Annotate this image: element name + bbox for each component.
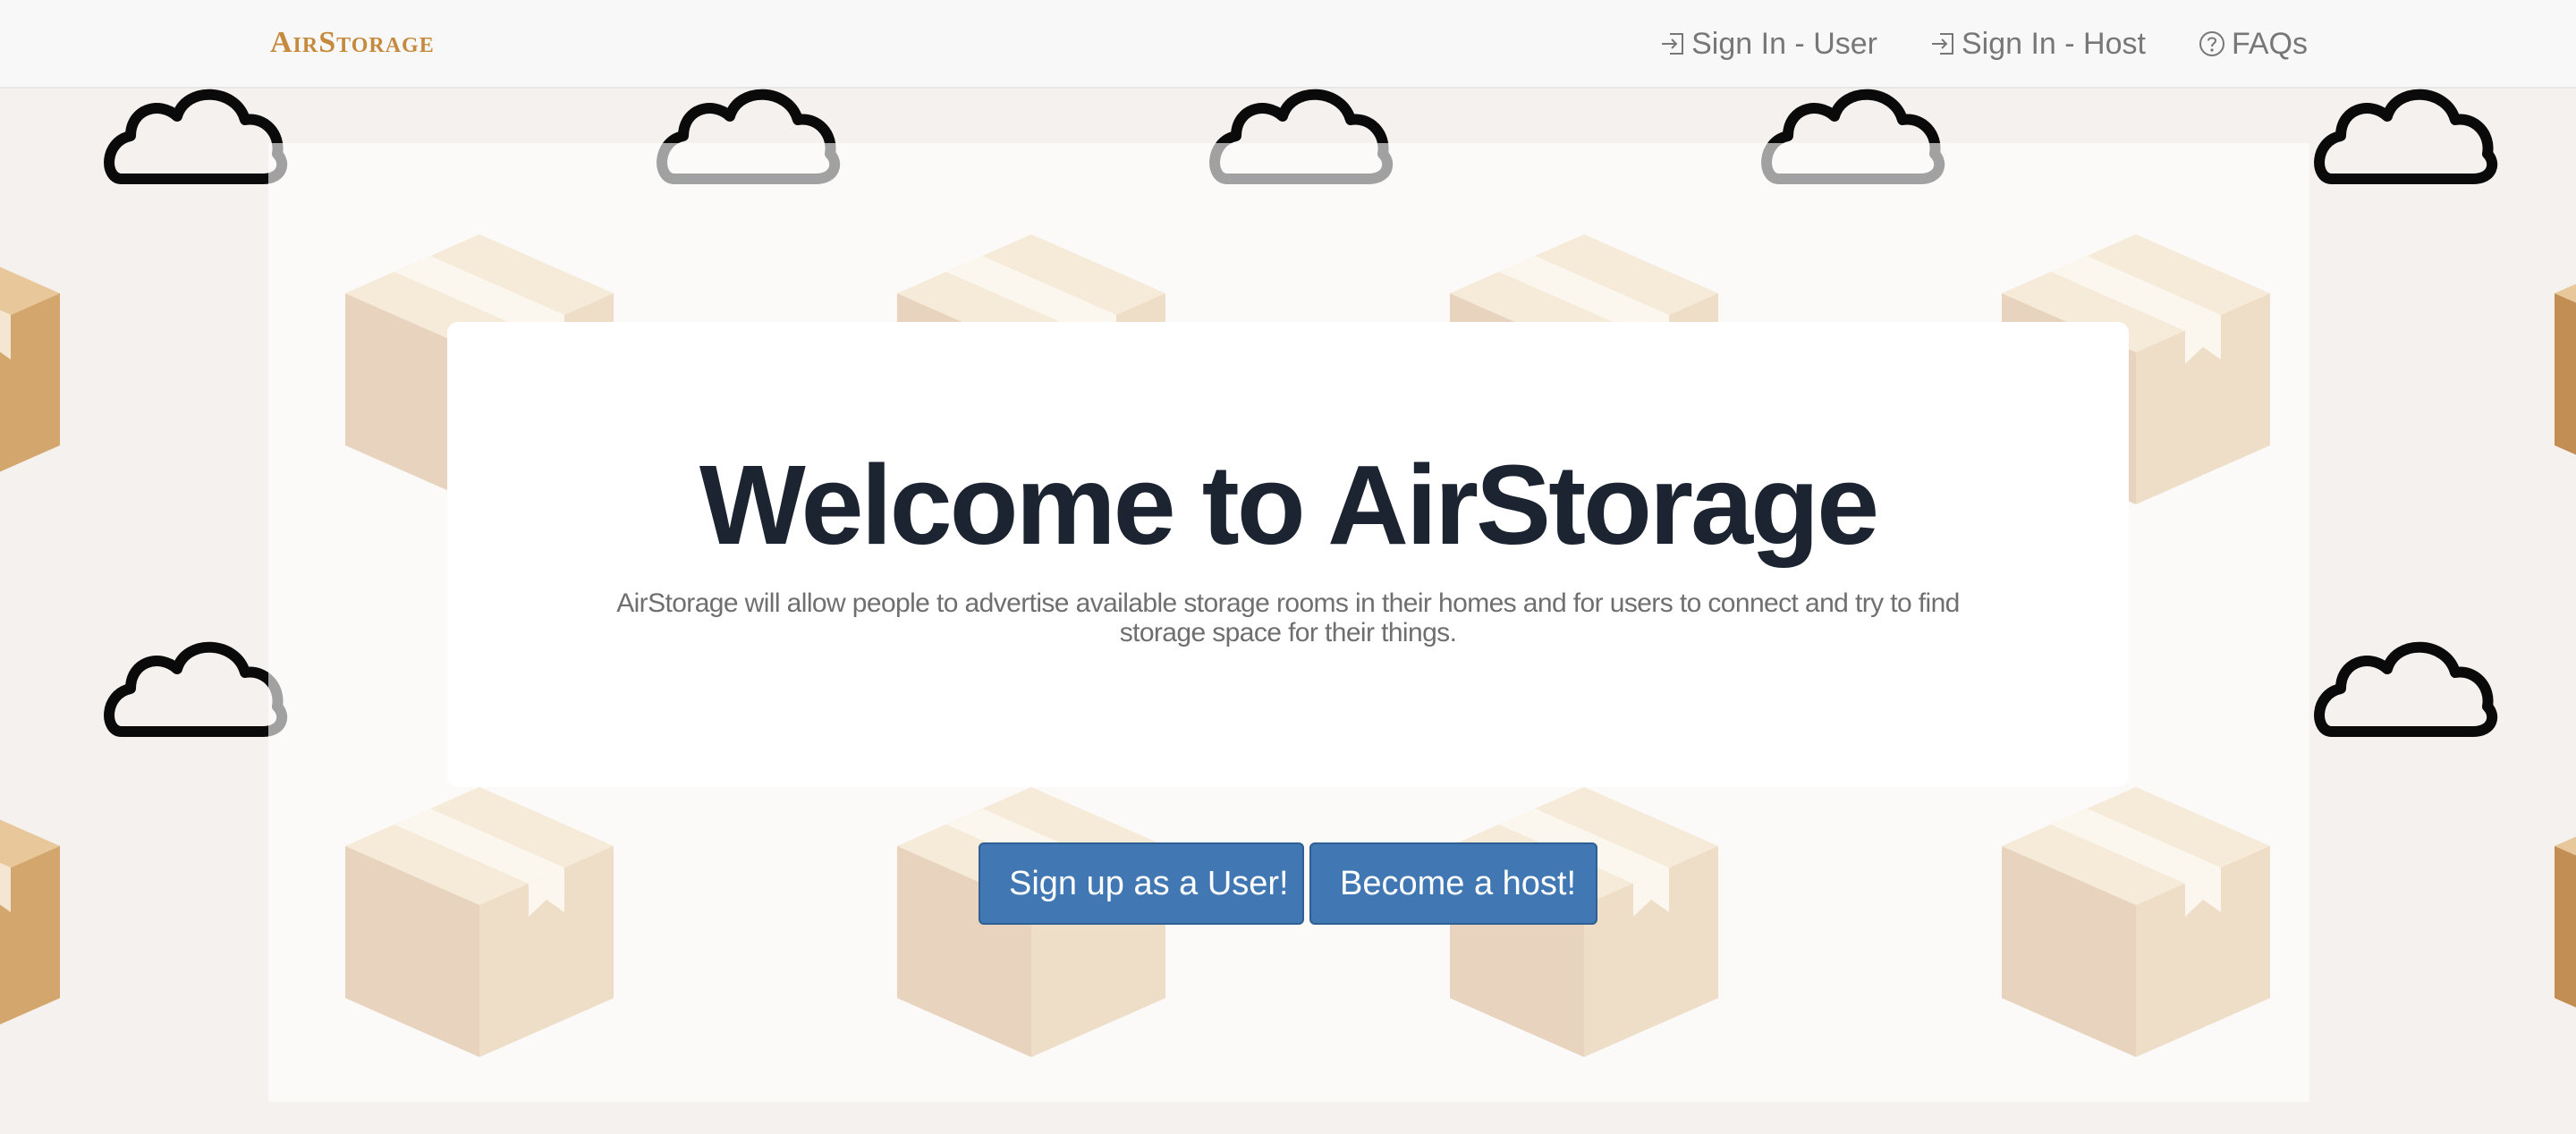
nav-links: Sign In - User Sign In - Host FAQs bbox=[1659, 24, 2308, 63]
sign-in-icon bbox=[1931, 33, 1953, 55]
nav-sign-in-host-label: Sign In - Host bbox=[1961, 27, 2146, 61]
cloud-icon bbox=[109, 647, 282, 732]
sign-up-user-button[interactable]: Sign up as a User! bbox=[979, 842, 1304, 925]
cloud-icon bbox=[109, 95, 282, 179]
sign-in-icon bbox=[1662, 33, 1684, 55]
nav-faqs-label: FAQs bbox=[2231, 27, 2308, 61]
brand-logo[interactable]: AirStorage bbox=[270, 25, 435, 61]
nav-sign-in-user-label: Sign In - User bbox=[1691, 27, 1877, 61]
page-description: AirStorage will allow people to advertis… bbox=[616, 588, 1960, 647]
cardboard-box-icon bbox=[0, 787, 60, 1057]
welcome-jumbotron: Welcome to AirStorage AirStorage will al… bbox=[447, 322, 2129, 787]
question-circle-icon bbox=[2199, 31, 2224, 56]
top-navbar: AirStorage Sign In - User Sign In - Host… bbox=[0, 0, 2576, 89]
become-host-button[interactable]: Become a host! bbox=[1309, 842, 1597, 925]
cta-button-group: Sign up as a User! Become a host! bbox=[979, 842, 1597, 925]
page-title: Welcome to AirStorage bbox=[699, 442, 1879, 568]
nav-faqs[interactable]: FAQs bbox=[2198, 24, 2308, 63]
cardboard-box-icon bbox=[2555, 234, 2576, 504]
cardboard-box-icon bbox=[2555, 787, 2576, 1057]
nav-sign-in-host[interactable]: Sign In - Host bbox=[1929, 24, 2146, 63]
cloud-icon bbox=[2319, 95, 2492, 179]
cardboard-box-icon bbox=[0, 234, 60, 504]
nav-sign-in-user[interactable]: Sign In - User bbox=[1659, 24, 1877, 63]
cloud-icon bbox=[2319, 647, 2492, 732]
